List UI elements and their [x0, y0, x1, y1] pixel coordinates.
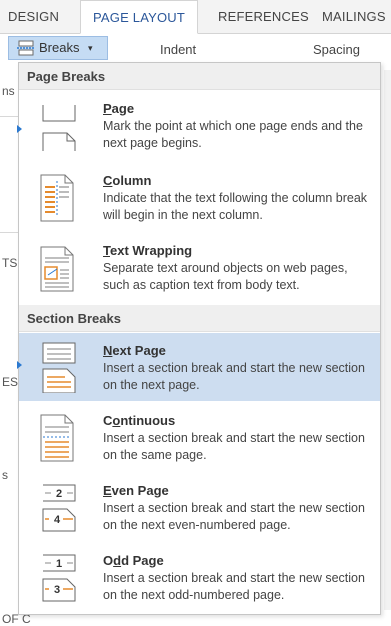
chevron-down-icon: ▾: [88, 43, 93, 53]
menu-item-text-wrapping[interactable]: Text Wrapping Separate text around objec…: [19, 235, 380, 307]
indent-label: Indent: [160, 42, 197, 57]
tab-design[interactable]: DESIGN: [8, 0, 59, 33]
bg-divider: [0, 232, 18, 233]
column-break-icon: [39, 173, 75, 228]
menu-item-description: Insert a section break and start the new…: [103, 571, 365, 602]
page-breaks-header: Page Breaks: [19, 63, 380, 90]
tab-mailings[interactable]: MAILINGS: [322, 0, 386, 33]
next-page-icon: [39, 341, 79, 398]
tab-page-layout[interactable]: PAGE LAYOUT: [80, 0, 199, 34]
bg-panel-edge: [384, 70, 391, 610]
menu-item-description: Insert a section break and start the new…: [103, 501, 365, 532]
odd-page-icon: 1 3: [39, 553, 79, 608]
even-icon-number-bottom: 4: [54, 514, 61, 526]
menu-item-title: Even Page: [103, 483, 169, 498]
menu-item-page[interactable]: Page Mark the point at which one page en…: [17, 91, 380, 157]
bg-text-fragment: ES: [2, 375, 19, 389]
pointer-arrow-icon: [17, 361, 22, 369]
menu-item-continuous[interactable]: Continuous Insert a section break and st…: [19, 403, 380, 473]
breaks-label: Breaks: [39, 40, 80, 55]
menu-item-title: Page: [103, 101, 135, 116]
section-breaks-header: Section Breaks: [19, 305, 380, 332]
even-page-icon: 2 4: [39, 483, 79, 538]
menu-item-description: Indicate that the text following the col…: [103, 191, 368, 222]
menu-item-next-page[interactable]: Next Page Insert a section break and sta…: [17, 333, 380, 401]
pointer-arrow-icon: [17, 125, 22, 133]
menu-item-title: Column: [103, 173, 152, 188]
menu-item-description: Insert a section break and start the new…: [103, 431, 365, 462]
menu-item-description: Insert a section break and start the new…: [103, 361, 365, 392]
odd-icon-number-bottom: 3: [54, 584, 60, 596]
bg-divider: [0, 116, 18, 117]
text-wrapping-icon: [39, 245, 75, 298]
menu-item-odd-page[interactable]: 1 3 Odd Page Insert a section break and …: [19, 545, 380, 613]
menu-item-title: Continuous: [103, 413, 176, 428]
menu-item-even-page[interactable]: 2 4 Even Page Insert a section break and…: [19, 475, 380, 543]
page-break-icon: [39, 103, 79, 156]
tab-references[interactable]: REFERENCES: [218, 0, 309, 33]
breaks-button[interactable]: Breaks ▾: [8, 36, 108, 60]
menu-item-title: Odd Page: [103, 553, 164, 568]
menu-item-column[interactable]: Column Indicate that the text following …: [19, 163, 380, 233]
bg-text-fragment: TS: [2, 256, 18, 270]
menu-item-description: Separate text around objects on web page…: [103, 261, 348, 292]
ribbon-tab-bar: DESIGN PAGE LAYOUT REFERENCES MAILINGS: [0, 0, 391, 34]
continuous-icon: [39, 413, 75, 468]
bg-text-fragment: s: [2, 468, 8, 482]
even-icon-number-top: 2: [56, 488, 62, 500]
ribbon-row: Breaks ▾ Indent Spacing: [0, 34, 391, 62]
breaks-dropdown-menu: Page Breaks Page Mark the point at which…: [17, 62, 381, 615]
spacing-label: Spacing: [313, 42, 360, 57]
breaks-icon: [17, 40, 35, 63]
odd-icon-number-top: 1: [56, 558, 62, 570]
menu-item-title: Text Wrapping: [103, 243, 193, 258]
menu-item-description: Mark the point at which one page ends an…: [103, 119, 363, 150]
menu-item-title: Next Page: [103, 343, 166, 358]
bg-text-fragment: ns: [2, 84, 15, 98]
